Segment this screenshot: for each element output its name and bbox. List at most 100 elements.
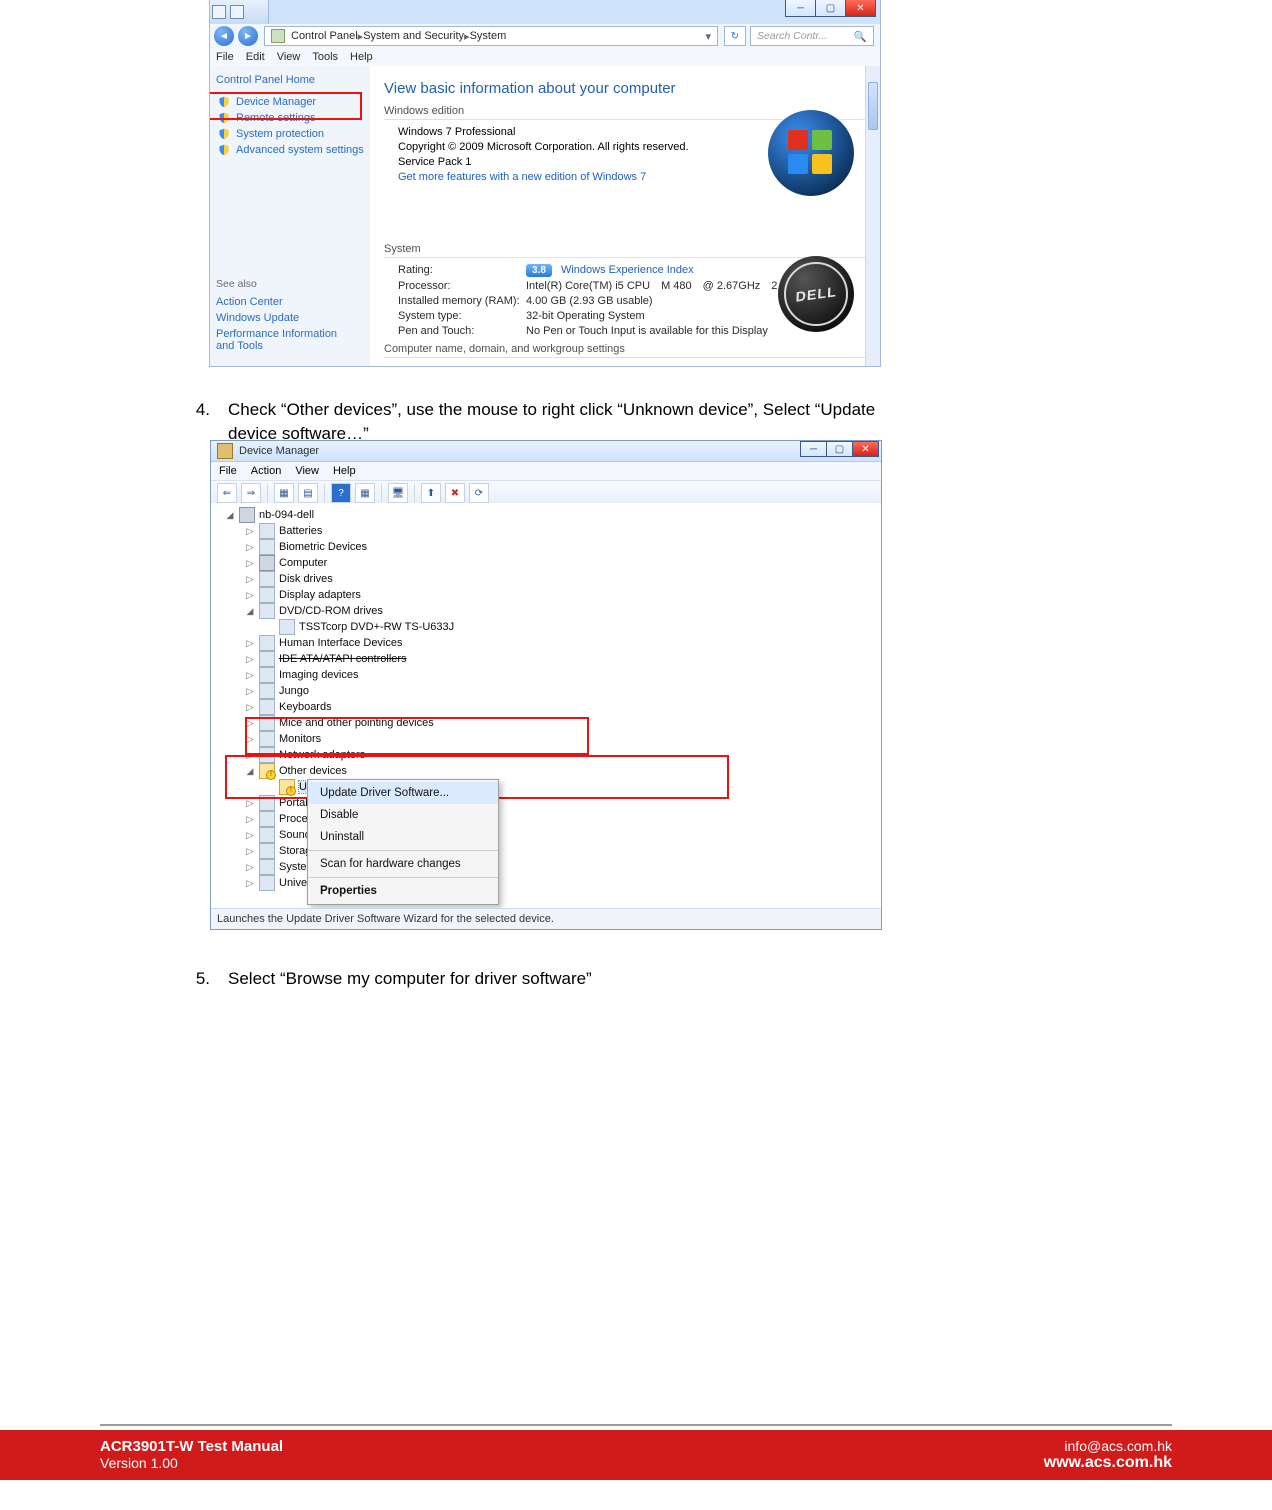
nav-forward-button[interactable]: ► — [238, 26, 258, 46]
pen-value: No Pen or Touch Input is available for t… — [526, 325, 768, 337]
ctx-properties[interactable]: Properties — [308, 880, 498, 902]
menu-file[interactable]: File — [216, 51, 234, 63]
section-computer-name: Computer name, domain, and workgroup set… — [384, 343, 866, 358]
step-text: Select “Browse my computer for driver so… — [228, 967, 876, 991]
tree-item[interactable]: Jungo — [279, 685, 309, 697]
tree-item[interactable]: Batteries — [279, 525, 322, 537]
dell-text: DELL — [795, 283, 837, 304]
status-bar: Launches the Update Driver Software Wiza… — [211, 908, 881, 929]
menu-action[interactable]: Action — [251, 465, 282, 477]
ram-value: 4.00 GB (2.93 GB usable) — [526, 295, 653, 307]
menu-help[interactable]: Help — [350, 51, 373, 63]
tree-item[interactable]: Monitors — [279, 733, 321, 745]
hid-icon — [259, 635, 275, 651]
tree-item[interactable]: Biometric Devices — [279, 541, 367, 553]
control-panel-home-link[interactable]: Control Panel Home — [216, 74, 376, 86]
menu-bar: File Action View Help — [211, 462, 881, 481]
shield-icon — [218, 144, 230, 156]
scrollbar[interactable] — [865, 66, 880, 366]
shield-icon — [218, 112, 230, 124]
toolbar-update-icon[interactable]: ⬆ — [421, 483, 441, 503]
menu-edit[interactable]: Edit — [246, 51, 265, 63]
tree-item[interactable]: Display adapters — [279, 589, 361, 601]
ide-icon — [259, 651, 275, 667]
tree-item[interactable]: Mice and other pointing devices — [279, 717, 434, 729]
sidebar-item-system-protection[interactable]: System protection — [216, 126, 376, 142]
toolbar-scan-icon[interactable]: ▦ — [355, 483, 375, 503]
footer-email: info@acs.com.hk — [1044, 1438, 1172, 1454]
nav-back-button[interactable]: ◄ — [214, 26, 234, 46]
ctx-scan-hardware[interactable]: Scan for hardware changes — [308, 853, 498, 875]
toolbar-forward-icon[interactable]: ⇒ — [241, 483, 261, 503]
tree-item[interactable]: Other devices — [279, 765, 347, 777]
battery-icon — [259, 523, 275, 539]
see-also-performance[interactable]: Performance Information and Tools — [216, 328, 356, 352]
tree-item[interactable]: Disk drives — [279, 573, 333, 585]
sidebar-label: System protection — [236, 128, 324, 140]
tree-item[interactable]: IDE ATA/ATAPI controllers — [279, 653, 407, 665]
ctx-update-driver[interactable]: Update Driver Software... — [308, 782, 498, 804]
breadcrumb-b[interactable]: System and Security — [363, 30, 464, 42]
ram-label: Installed memory (RAM): — [398, 295, 526, 307]
menu-view[interactable]: View — [295, 465, 319, 477]
display-icon — [259, 587, 275, 603]
search-input[interactable]: Search Contr... 🔍 — [750, 26, 874, 46]
close-button[interactable]: ✕ — [852, 441, 879, 457]
minimize-button[interactable]: ─ — [785, 0, 816, 17]
breadcrumb[interactable]: Control Panel System and Security System… — [264, 26, 718, 46]
jungo-icon — [259, 683, 275, 699]
mouse-icon — [259, 715, 275, 731]
tree-item[interactable]: Imaging devices — [279, 669, 359, 681]
tree-item[interactable]: DVD/CD-ROM drives — [279, 605, 383, 617]
see-also-heading: See also — [216, 278, 257, 290]
maximize-button[interactable]: ▢ — [826, 441, 853, 457]
breadcrumb-a[interactable]: Control Panel — [291, 30, 358, 42]
rating-label: Rating: — [398, 264, 526, 277]
sidebar-label: Advanced system settings — [236, 144, 364, 156]
sidebar-item-device-manager[interactable]: Device Manager — [216, 94, 376, 110]
window-title: Device Manager — [239, 445, 319, 457]
biometric-icon — [259, 539, 275, 555]
refresh-button[interactable]: ↻ — [724, 26, 746, 46]
toolbar-computer-icon[interactable]: 🖥 — [388, 483, 408, 503]
shield-icon — [218, 128, 230, 140]
sidebar-item-advanced-system-settings[interactable]: Advanced system settings — [216, 142, 376, 158]
ctx-disable[interactable]: Disable — [308, 804, 498, 826]
tree-item[interactable]: Computer — [279, 557, 327, 569]
footer-rule — [100, 1424, 1172, 1426]
step-number: 4. — [176, 398, 228, 446]
toolbar-help-icon[interactable]: ? — [331, 483, 351, 503]
tree-item[interactable]: Human Interface Devices — [279, 637, 403, 649]
context-menu: Update Driver Software... Disable Uninst… — [307, 779, 499, 905]
menu-view[interactable]: View — [277, 51, 301, 63]
tree-item[interactable]: Keyboards — [279, 701, 332, 713]
minimize-button[interactable]: ─ — [800, 441, 827, 457]
menu-help[interactable]: Help — [333, 465, 356, 477]
tree-item[interactable]: TSSTcorp DVD+-RW TS-U633J — [299, 621, 454, 633]
sidebar-item-remote-settings[interactable]: Remote settings — [216, 110, 376, 126]
search-placeholder: Search Contr... — [757, 30, 827, 42]
ctx-uninstall[interactable]: Uninstall — [308, 826, 498, 848]
search-icon: 🔍 — [854, 30, 867, 43]
toolbar-uninstall-icon[interactable]: ✖ — [445, 483, 465, 503]
device-manager-window: Device Manager ─ ▢ ✕ File Action View He… — [210, 440, 882, 930]
toolbar-props-icon[interactable]: ▦ — [274, 483, 294, 503]
processor-label: Processor: — [398, 280, 526, 292]
windows-logo-icon — [768, 110, 854, 196]
close-button[interactable]: ✕ — [845, 0, 876, 17]
scrollbar-thumb[interactable] — [868, 82, 878, 130]
menu-tools[interactable]: Tools — [312, 51, 338, 63]
toolbar-disable-icon[interactable]: ⟳ — [469, 483, 489, 503]
see-also-action-center[interactable]: Action Center — [216, 296, 283, 308]
other-devices-icon — [259, 763, 275, 779]
maximize-button[interactable]: ▢ — [815, 0, 846, 17]
tree-item[interactable]: Network adapters — [279, 749, 365, 761]
sidebar-label: Device Manager — [236, 96, 316, 108]
menu-file[interactable]: File — [219, 465, 237, 477]
tree-root[interactable]: nb-094-dell — [259, 509, 314, 521]
wei-link[interactable]: Windows Experience Index — [561, 264, 694, 276]
breadcrumb-c[interactable]: System — [470, 30, 507, 42]
see-also-windows-update[interactable]: Windows Update — [216, 312, 299, 324]
toolbar-view-icon[interactable]: ▤ — [298, 483, 318, 503]
toolbar-back-icon[interactable]: ⇐ — [217, 483, 237, 503]
